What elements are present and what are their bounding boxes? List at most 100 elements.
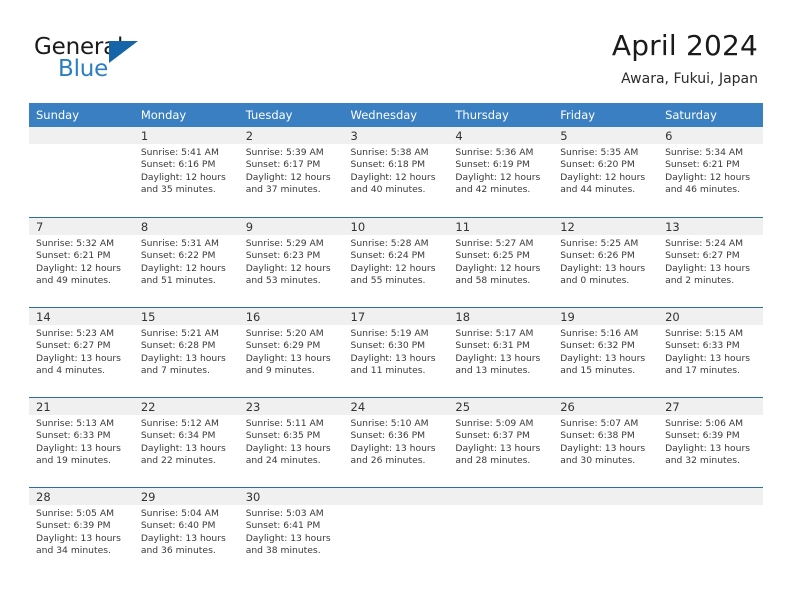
calendar-body: 1 Sunrise: 5:41 AM Sunset: 6:16 PM Daylight… bbox=[29, 127, 763, 577]
calendar-day-cell[interactable]: 21 Sunrise: 5:13 AM Sunset: 6:33 PM Dayligh… bbox=[29, 397, 134, 487]
sunrise-time: Sunrise: 5:17 AM bbox=[455, 328, 534, 339]
sunrise-time: Sunrise: 5:28 AM bbox=[350, 238, 429, 249]
calendar-day-cell[interactable]: 5 Sunrise: 5:35 AM Sunset: 6:20 PM Daylight… bbox=[553, 127, 659, 217]
weekday-header-monday: Monday bbox=[133, 103, 239, 127]
calendar-day-cell[interactable]: 26 Sunrise: 5:07 AM Sunset: 6:38 PM Dayligh… bbox=[553, 397, 659, 487]
daylight-duration-line2: and 11 minutes. bbox=[350, 364, 426, 376]
sunrise-time: Sunrise: 5:36 AM bbox=[455, 147, 534, 158]
sunset-time: Sunset: 6:33 PM bbox=[36, 430, 111, 442]
weekday-header-thursday: Thursday bbox=[448, 103, 554, 127]
day-number: 17 bbox=[343, 308, 449, 325]
calendar-day-cell bbox=[553, 487, 659, 577]
daylight-duration-line2: and 34 minutes. bbox=[36, 544, 111, 556]
sunset-time: Sunset: 6:39 PM bbox=[36, 520, 111, 532]
calendar-day-cell bbox=[658, 487, 763, 577]
sunset-time: Sunset: 6:31 PM bbox=[455, 340, 530, 352]
sunrise-time: Sunrise: 5:15 AM bbox=[665, 328, 744, 339]
day-number: 20 bbox=[658, 308, 763, 325]
day-number: 25 bbox=[448, 398, 554, 415]
calendar-day-cell[interactable]: 17 Sunrise: 5:19 AM Sunset: 6:30 PM Dayligh… bbox=[343, 307, 449, 397]
sunrise-time: Sunrise: 5:16 AM bbox=[560, 328, 639, 339]
day-details: Sunrise: 5:03 AM Sunset: 6:41 PM Daylight:… bbox=[239, 505, 344, 557]
calendar-day-cell[interactable]: 18 Sunrise: 5:17 AM Sunset: 6:31 PM Dayligh… bbox=[448, 307, 554, 397]
day-details: Sunrise: 5:04 AM Sunset: 6:40 PM Daylight:… bbox=[134, 505, 239, 557]
calendar-day-cell[interactable]: 10 Sunrise: 5:28 AM Sunset: 6:24 PM Dayligh… bbox=[343, 217, 449, 307]
calendar-day-cell[interactable]: 1 Sunrise: 5:41 AM Sunset: 6:16 PM Daylight… bbox=[133, 127, 239, 217]
daylight-duration-line1: Daylight: 12 hours bbox=[140, 171, 226, 183]
day-details: Sunrise: 5:41 AM Sunset: 6:16 PM Daylight:… bbox=[134, 144, 239, 196]
calendar-day-cell[interactable]: 15 Sunrise: 5:21 AM Sunset: 6:28 PM Dayligh… bbox=[133, 307, 239, 397]
calendar-day-cell[interactable]: 20 Sunrise: 5:15 AM Sunset: 6:33 PM Dayligh… bbox=[658, 307, 763, 397]
calendar-day-cell[interactable]: 13 Sunrise: 5:24 AM Sunset: 6:27 PM Dayligh… bbox=[658, 217, 763, 307]
sunrise-time: Sunrise: 5:20 AM bbox=[245, 328, 324, 339]
day-details: Sunrise: 5:21 AM Sunset: 6:28 PM Daylight:… bbox=[134, 325, 239, 377]
day-details: Sunrise: 5:23 AM Sunset: 6:27 PM Daylight:… bbox=[29, 325, 134, 377]
calendar-page: General Blue April 2024 Awara, Fukui, Ja… bbox=[0, 0, 792, 612]
weekday-header-friday: Friday bbox=[553, 103, 659, 127]
calendar-day-cell[interactable]: 30 Sunrise: 5:03 AM Sunset: 6:41 PM Dayligh… bbox=[238, 487, 344, 577]
daylight-duration-line1: Daylight: 12 hours bbox=[350, 171, 436, 183]
sunset-time: Sunset: 6:22 PM bbox=[140, 250, 216, 262]
calendar-day-cell[interactable]: 7 Sunrise: 5:32 AM Sunset: 6:21 PM Daylight… bbox=[29, 217, 134, 307]
daylight-duration-line2: and 36 minutes. bbox=[140, 544, 216, 556]
daylight-duration-line2: and 0 minutes. bbox=[560, 274, 630, 286]
calendar-day-cell[interactable]: 22 Sunrise: 5:12 AM Sunset: 6:34 PM Dayligh… bbox=[133, 397, 239, 487]
calendar-day-cell[interactable]: 11 Sunrise: 5:27 AM Sunset: 6:25 PM Dayligh… bbox=[448, 217, 554, 307]
calendar-day-cell[interactable]: 12 Sunrise: 5:25 AM Sunset: 6:26 PM Dayligh… bbox=[553, 217, 659, 307]
daylight-duration-line2: and 53 minutes. bbox=[245, 274, 321, 286]
sunrise-time: Sunrise: 5:06 AM bbox=[665, 418, 744, 429]
calendar-day-cell[interactable]: 16 Sunrise: 5:20 AM Sunset: 6:29 PM Dayligh… bbox=[238, 307, 344, 397]
sunset-time: Sunset: 6:23 PM bbox=[245, 250, 321, 262]
sunset-time: Sunset: 6:30 PM bbox=[350, 340, 426, 352]
calendar-day-cell[interactable]: 2 Sunrise: 5:39 AM Sunset: 6:17 PM Daylight… bbox=[238, 127, 344, 217]
day-number: 16 bbox=[238, 308, 344, 325]
daylight-duration-line1: Daylight: 13 hours bbox=[665, 442, 751, 454]
day-number: 10 bbox=[343, 218, 449, 235]
calendar-day-cell[interactable]: 9 Sunrise: 5:29 AM Sunset: 6:23 PM Daylight… bbox=[238, 217, 344, 307]
calendar-day-cell[interactable]: 3 Sunrise: 5:38 AM Sunset: 6:18 PM Daylight… bbox=[343, 127, 449, 217]
day-number: 11 bbox=[448, 218, 554, 235]
sunrise-time: Sunrise: 5:09 AM bbox=[455, 418, 534, 429]
calendar-day-cell[interactable]: 19 Sunrise: 5:16 AM Sunset: 6:32 PM Dayligh… bbox=[553, 307, 659, 397]
calendar-day-cell[interactable]: 28 Sunrise: 5:05 AM Sunset: 6:39 PM Dayligh… bbox=[29, 487, 134, 577]
sunset-time: Sunset: 6:35 PM bbox=[245, 430, 321, 442]
calendar-week-row: 28 Sunrise: 5:05 AM Sunset: 6:39 PM Dayligh… bbox=[29, 487, 763, 577]
brand-name-blue: Blue bbox=[58, 56, 109, 82]
day-details: Sunrise: 5:24 AM Sunset: 6:27 PM Daylight:… bbox=[658, 235, 763, 287]
calendar-day-cell[interactable]: 27 Sunrise: 5:06 AM Sunset: 6:39 PM Dayligh… bbox=[658, 397, 763, 487]
brand-logo[interactable]: General Blue bbox=[34, 36, 174, 88]
weekday-header-tuesday: Tuesday bbox=[238, 103, 344, 127]
day-number: 14 bbox=[29, 308, 134, 325]
daylight-duration-line1: Daylight: 13 hours bbox=[350, 352, 436, 364]
calendar-day-cell[interactable]: 24 Sunrise: 5:10 AM Sunset: 6:36 PM Dayligh… bbox=[343, 397, 449, 487]
sunrise-time: Sunrise: 5:32 AM bbox=[36, 238, 115, 249]
sunrise-time: Sunrise: 5:19 AM bbox=[350, 328, 429, 339]
calendar-header-row: Sunday Monday Tuesday Wednesday Thursday… bbox=[29, 103, 763, 127]
sunset-time: Sunset: 6:25 PM bbox=[455, 250, 530, 262]
calendar-day-cell[interactable]: 8 Sunrise: 5:31 AM Sunset: 6:22 PM Daylight… bbox=[133, 217, 239, 307]
daylight-duration-line2: and 38 minutes. bbox=[245, 544, 321, 556]
daylight-duration-line1: Daylight: 13 hours bbox=[455, 352, 541, 364]
daylight-duration-line2: and 44 minutes. bbox=[560, 183, 636, 195]
daylight-duration-line1: Daylight: 13 hours bbox=[245, 532, 331, 544]
daylight-duration-line2: and 42 minutes. bbox=[455, 183, 531, 195]
calendar-day-cell[interactable]: 25 Sunrise: 5:09 AM Sunset: 6:37 PM Dayligh… bbox=[448, 397, 554, 487]
sunset-time: Sunset: 6:27 PM bbox=[36, 340, 111, 352]
daylight-duration-line2: and 2 minutes. bbox=[665, 274, 735, 286]
calendar-day-cell[interactable]: 4 Sunrise: 5:36 AM Sunset: 6:19 PM Daylight… bbox=[448, 127, 554, 217]
sunset-time: Sunset: 6:28 PM bbox=[140, 340, 216, 352]
calendar-day-cell[interactable]: 29 Sunrise: 5:04 AM Sunset: 6:40 PM Dayligh… bbox=[133, 487, 239, 577]
daylight-duration-line1: Daylight: 13 hours bbox=[560, 352, 646, 364]
page-subtitle: Awara, Fukui, Japan bbox=[621, 71, 758, 88]
sunset-time: Sunset: 6:34 PM bbox=[140, 430, 216, 442]
day-number: 26 bbox=[553, 398, 659, 415]
sunset-time: Sunset: 6:39 PM bbox=[665, 430, 740, 442]
day-number: 19 bbox=[553, 308, 659, 325]
sunset-time: Sunset: 6:21 PM bbox=[665, 159, 740, 171]
sunrise-time: Sunrise: 5:29 AM bbox=[245, 238, 324, 249]
calendar-day-cell[interactable]: 23 Sunrise: 5:11 AM Sunset: 6:35 PM Dayligh… bbox=[238, 397, 344, 487]
day-details: Sunrise: 5:06 AM Sunset: 6:39 PM Daylight:… bbox=[658, 415, 763, 467]
calendar-day-cell[interactable]: 6 Sunrise: 5:34 AM Sunset: 6:21 PM Daylight… bbox=[658, 127, 763, 217]
calendar-day-cell[interactable]: 14 Sunrise: 5:23 AM Sunset: 6:27 PM Dayligh… bbox=[29, 307, 134, 397]
sunset-time: Sunset: 6:19 PM bbox=[455, 159, 530, 171]
